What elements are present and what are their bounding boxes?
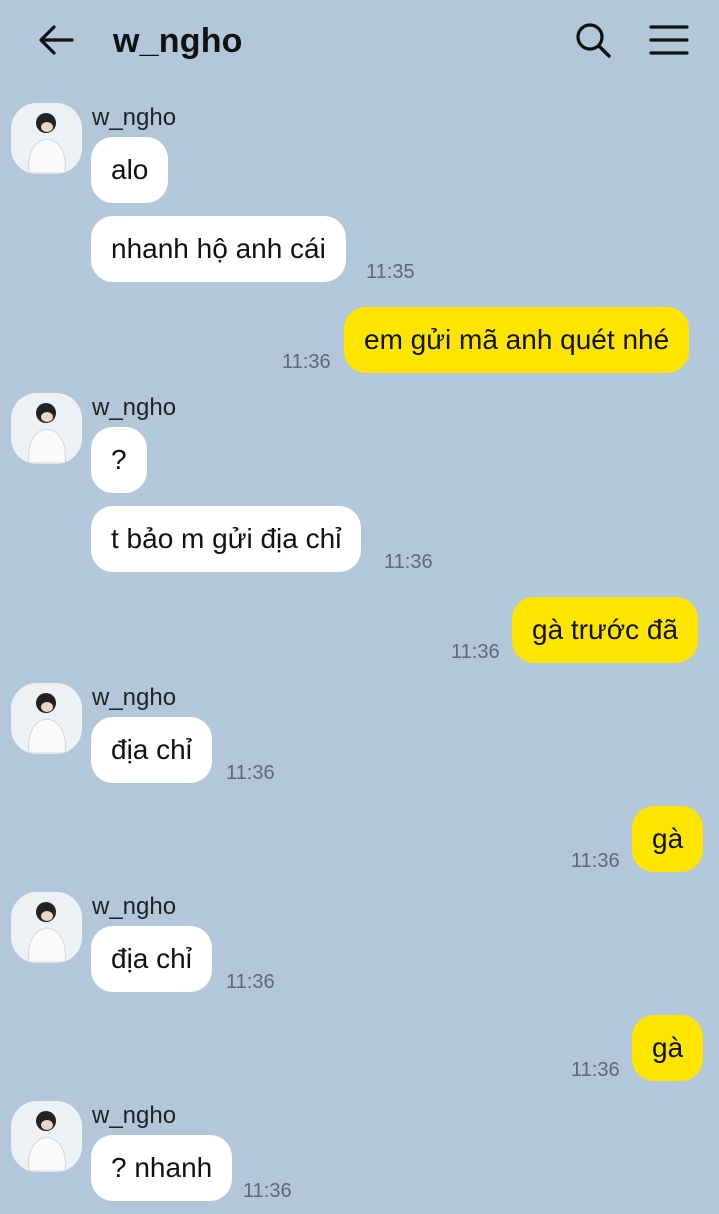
- sender-name: w_ngho: [92, 684, 177, 711]
- message-timestamp: 11:36: [226, 971, 275, 993]
- message-timestamp: 11:36: [384, 551, 433, 573]
- sender-name: w_ngho: [92, 1102, 177, 1129]
- message-timestamp: 11:36: [282, 351, 331, 373]
- message-bubble-outgoing[interactable]: em gửi mã anh quét nhé: [344, 307, 690, 373]
- avatar-image: [11, 393, 82, 464]
- avatar-image: [11, 892, 82, 963]
- back-button[interactable]: [36, 22, 76, 58]
- message-timestamp: 11:36: [226, 762, 275, 784]
- avatar[interactable]: [11, 393, 82, 464]
- message-bubble-incoming[interactable]: ? nhanh: [91, 1135, 233, 1201]
- message-bubble-incoming[interactable]: alo: [91, 137, 169, 203]
- hamburger-menu-icon: [649, 25, 689, 55]
- message-bubble-outgoing[interactable]: gà: [632, 806, 704, 872]
- sender-name: w_ngho: [92, 394, 177, 421]
- message-timestamp: 11:36: [571, 1059, 620, 1081]
- avatar-image: [11, 103, 82, 174]
- message-bubble-outgoing[interactable]: gà trước đã: [512, 597, 699, 663]
- avatar-image: [11, 683, 82, 754]
- chat-title: w_ngho: [113, 22, 243, 60]
- sender-name: w_ngho: [92, 104, 177, 131]
- avatar[interactable]: [11, 1101, 82, 1172]
- message-timestamp: 11:36: [571, 850, 620, 872]
- arrow-left-icon: [39, 25, 74, 55]
- message-bubble-incoming[interactable]: nhanh hộ anh cái: [91, 216, 346, 282]
- avatar[interactable]: [11, 892, 82, 963]
- search-icon: [576, 23, 611, 58]
- message-timestamp: 11:35: [366, 261, 415, 283]
- sender-name: w_ngho: [92, 893, 177, 920]
- avatar[interactable]: [11, 683, 82, 754]
- chat-header: w_ngho: [0, 0, 719, 84]
- message-bubble-incoming[interactable]: địa chỉ: [91, 926, 212, 992]
- message-bubble-incoming[interactable]: ?: [91, 427, 147, 493]
- message-timestamp: 11:36: [243, 1180, 292, 1202]
- avatar-image: [11, 1101, 82, 1172]
- avatar[interactable]: [11, 103, 82, 174]
- message-bubble-incoming[interactable]: địa chỉ: [91, 717, 212, 783]
- message-timestamp: 11:36: [451, 641, 500, 663]
- menu-button[interactable]: [648, 20, 690, 60]
- search-button[interactable]: [573, 20, 613, 60]
- message-bubble-outgoing[interactable]: gà: [632, 1015, 704, 1081]
- message-bubble-incoming[interactable]: t bảo m gửi địa chỉ: [91, 506, 362, 572]
